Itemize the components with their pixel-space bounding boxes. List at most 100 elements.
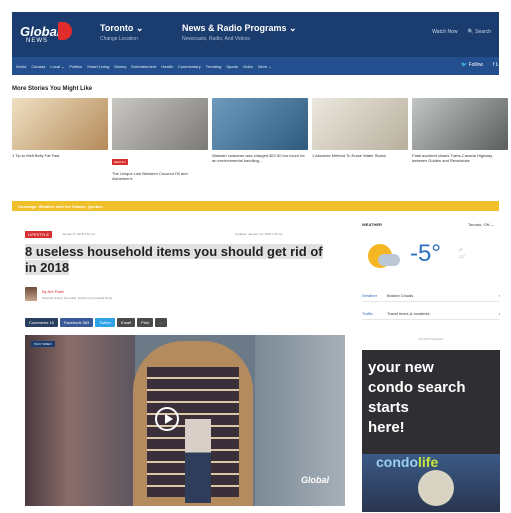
programs-sub: Newscasts, Radio, And Videos: [182, 36, 251, 42]
programs-title: News & Radio Programs ⌄: [182, 23, 297, 33]
ad-device-image: [418, 470, 454, 506]
nav-item-health[interactable]: Health: [161, 64, 173, 69]
share-bar: Comments 15 Facebook 563 Twitter Email P…: [25, 318, 167, 327]
print-button[interactable]: Print: [137, 318, 154, 327]
social-links: 🐦 Follow f Like: [461, 62, 505, 68]
story-image[interactable]: [12, 98, 108, 150]
author-name[interactable]: By Arti Patel: [42, 289, 112, 294]
nav-item-more[interactable]: More ⌄: [258, 64, 272, 69]
ad-brand-1: condo: [376, 454, 418, 470]
facebook-like-button[interactable]: f Like: [493, 62, 505, 68]
nav-item-smart-living[interactable]: Smart Living: [87, 64, 109, 69]
top-header: Global NEWS Toronto ⌄ Change Location Ne…: [12, 12, 499, 57]
breaking-ticker[interactable]: Coverage: Weather alert for Ontario, Que…: [12, 201, 499, 211]
traffic-row[interactable]: Traffic Travel times & Incidents ›: [362, 308, 500, 320]
story-caption[interactable]: Fatal accident closes Trans-Canada Highw…: [412, 153, 508, 163]
story-image[interactable]: [212, 98, 308, 150]
more-stories-list: 1 Tip to Melt Belly Fat Fast HEALTH The …: [12, 98, 508, 193]
nav-item-trending[interactable]: Trending: [206, 64, 222, 69]
ad-headline: your new condo search starts here!: [368, 358, 466, 438]
comments-button[interactable]: Comments 15: [25, 318, 58, 327]
advertisement-banner[interactable]: your new condo search starts here! condo…: [362, 350, 500, 512]
article-video[interactable]: PLAY VIDEO Global: [25, 335, 345, 506]
ticker-text: Coverage: Weather alert for Ontario, Que…: [18, 204, 103, 209]
more-share-button[interactable]: ...: [155, 318, 167, 327]
search-button[interactable]: 🔍 Search: [468, 29, 491, 35]
nav-item-world[interactable]: World: [16, 64, 26, 69]
follow-label: Follow: [468, 62, 484, 68]
nav-item-entertainment[interactable]: Entertainment: [131, 64, 156, 69]
story-card[interactable]: 1 Tip to Melt Belly Fat Fast: [12, 98, 108, 193]
high-low: -4° -12°: [458, 246, 465, 260]
story-card[interactable]: Walmart customer was charged $22.50 too …: [212, 98, 308, 193]
twitter-follow-button[interactable]: 🐦 Follow: [461, 62, 483, 68]
category-badge[interactable]: LIFESTYLE: [25, 231, 53, 238]
search-label: Search: [475, 29, 491, 35]
weather-row-key: Weather: [362, 293, 378, 298]
email-share-button[interactable]: Email: [117, 318, 136, 327]
like-label: Like: [495, 62, 505, 68]
play-icon[interactable]: [155, 407, 179, 431]
nav-item-commentary[interactable]: Commentary: [178, 64, 201, 69]
location-title: Toronto ⌄: [100, 23, 144, 33]
location-sub: Change Location: [100, 36, 138, 42]
ad-line: starts: [368, 399, 409, 416]
weather-widget[interactable]: WEATHER Toronto, ON ⌄ -5° -4° -12°: [362, 222, 500, 282]
story-image[interactable]: [312, 98, 408, 150]
nav-item-local[interactable]: Local ⌄: [50, 64, 64, 69]
global-news-logo[interactable]: Global NEWS: [12, 12, 62, 57]
programs-menu[interactable]: News & Radio Programs ⌄ Newscasts, Radio…: [182, 23, 297, 42]
story-caption[interactable]: 1 Absolute Method To Erase Water Stains: [312, 153, 408, 158]
twitter-share-button[interactable]: Twitter: [95, 318, 116, 327]
temp-low: -12°: [458, 254, 466, 259]
nav-item-politics[interactable]: Politics: [69, 64, 82, 69]
story-image[interactable]: [412, 98, 508, 150]
traffic-row-value: Travel times & Incidents: [387, 311, 430, 316]
story-tag: HEALTH: [112, 159, 128, 165]
story-card[interactable]: HEALTH The Unique Link Between Coconut O…: [112, 98, 208, 193]
ad-line: condo search: [368, 379, 466, 396]
logo-swoosh-icon: [58, 22, 72, 40]
more-stories-heading: More Stories You Might Like: [12, 86, 93, 92]
nav-item-money[interactable]: Money: [114, 64, 126, 69]
story-caption[interactable]: 1 Tip to Melt Belly Fat Fast: [12, 153, 108, 158]
watch-link[interactable]: Watch Now: [432, 29, 457, 35]
video-watermark-logo: Global: [300, 475, 329, 485]
traffic-row-key: Traffic: [362, 311, 373, 316]
nav-item-canada[interactable]: Canada: [31, 64, 45, 69]
video-frame-closet: [133, 341, 253, 506]
story-card[interactable]: Fatal accident closes Trans-Canada Highw…: [412, 98, 508, 193]
chevron-right-icon: ›: [498, 293, 500, 298]
advertisement-label: ADVERTISEMENT: [418, 337, 444, 341]
ad-brand: condolife: [376, 454, 438, 470]
play-video-badge[interactable]: PLAY VIDEO: [31, 341, 55, 347]
weather-row-value: Broken Clouds: [387, 293, 414, 298]
nav-item-sports[interactable]: Sports: [226, 64, 238, 69]
story-caption[interactable]: Walmart customer was charged $22.50 too …: [212, 153, 308, 163]
author-avatar: [25, 287, 37, 301]
ad-brand-2: life: [418, 454, 439, 470]
story-caption[interactable]: The Unique Link Between Coconut Oil and …: [112, 171, 208, 181]
weather-row[interactable]: Weather Broken Clouds ›: [362, 290, 500, 302]
updated-date: Updated: January 10, 2018 4:15 pm: [235, 232, 283, 236]
nav-item-video[interactable]: Video: [243, 64, 253, 69]
temp-high: -4°: [458, 247, 464, 252]
ad-line: here!: [368, 419, 405, 436]
cloud-icon: [378, 254, 400, 266]
story-card[interactable]: 1 Absolute Method To Erase Water Stains: [312, 98, 408, 193]
logo-text: Global: [20, 24, 61, 39]
author-byline: By Arti Patel National Online Journalist…: [25, 287, 112, 301]
facebook-share-button[interactable]: Facebook 563: [59, 318, 94, 327]
story-image[interactable]: [112, 98, 208, 150]
category-nav: World Canada Local ⌄ Politics Smart Livi…: [12, 57, 499, 75]
author-title: National Online Journalist, Smart Living…: [42, 295, 113, 300]
current-temperature: -5°: [410, 240, 441, 267]
publish-date: January 8, 2018 4:15 pm: [62, 232, 96, 236]
header-right: Watch Now 🔍 Search: [432, 29, 491, 35]
chevron-right-icon: ›: [498, 311, 500, 316]
ad-line: your new: [368, 359, 434, 376]
video-bg-left: [25, 335, 135, 506]
headline-text: 8 useless household items you should get…: [25, 244, 323, 275]
location-selector[interactable]: Toronto ⌄ Change Location: [100, 23, 143, 42]
weather-city[interactable]: Toronto, ON ⌄: [468, 222, 494, 227]
